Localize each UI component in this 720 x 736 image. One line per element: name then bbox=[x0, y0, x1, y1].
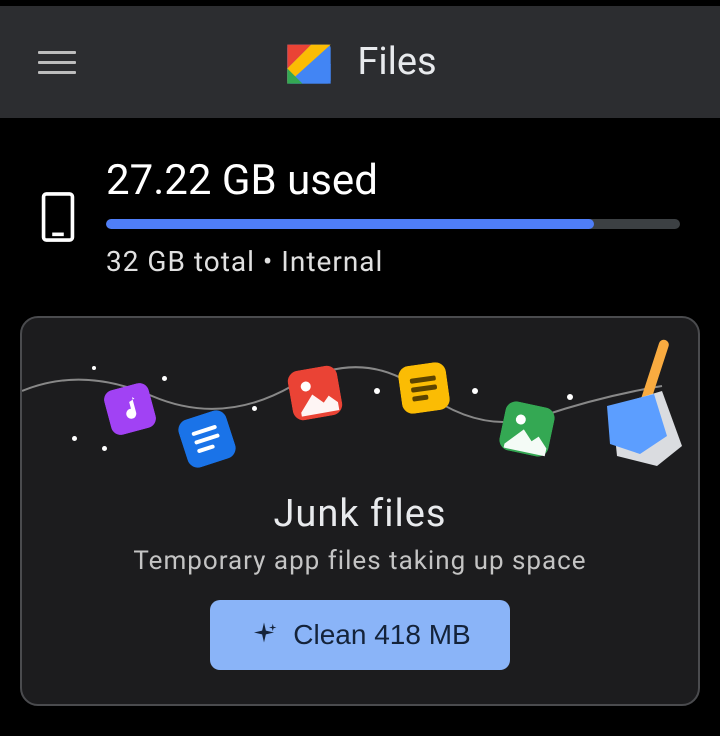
files-app-icon bbox=[283, 36, 335, 88]
junk-files-card: Junk files Temporary app files taking up… bbox=[20, 316, 700, 706]
image-green-icon bbox=[497, 399, 556, 458]
clean-button-label: Clean 418 MB bbox=[293, 619, 470, 651]
note-icon bbox=[397, 361, 451, 415]
storage-progress-fill bbox=[106, 219, 594, 229]
app-bar: Files bbox=[0, 6, 720, 118]
phone-icon bbox=[40, 191, 76, 243]
app-title-container: Files bbox=[38, 36, 682, 88]
storage-total-label: 32 GB total • Internal bbox=[106, 245, 680, 278]
storage-used-label: 27.22 GB used bbox=[106, 156, 680, 205]
sparkle-icon bbox=[249, 620, 279, 650]
storage-progress-bar bbox=[106, 219, 680, 229]
broom-icon bbox=[562, 336, 700, 486]
card-subtitle: Temporary app files taking up space bbox=[22, 546, 698, 576]
image-icon bbox=[286, 364, 344, 422]
app-title: Files bbox=[357, 40, 436, 84]
clean-button[interactable]: Clean 418 MB bbox=[210, 600, 510, 670]
storage-summary: 27.22 GB used 32 GB total • Internal bbox=[0, 118, 720, 298]
card-title: Junk files bbox=[22, 492, 698, 536]
junk-illustration bbox=[22, 336, 698, 486]
